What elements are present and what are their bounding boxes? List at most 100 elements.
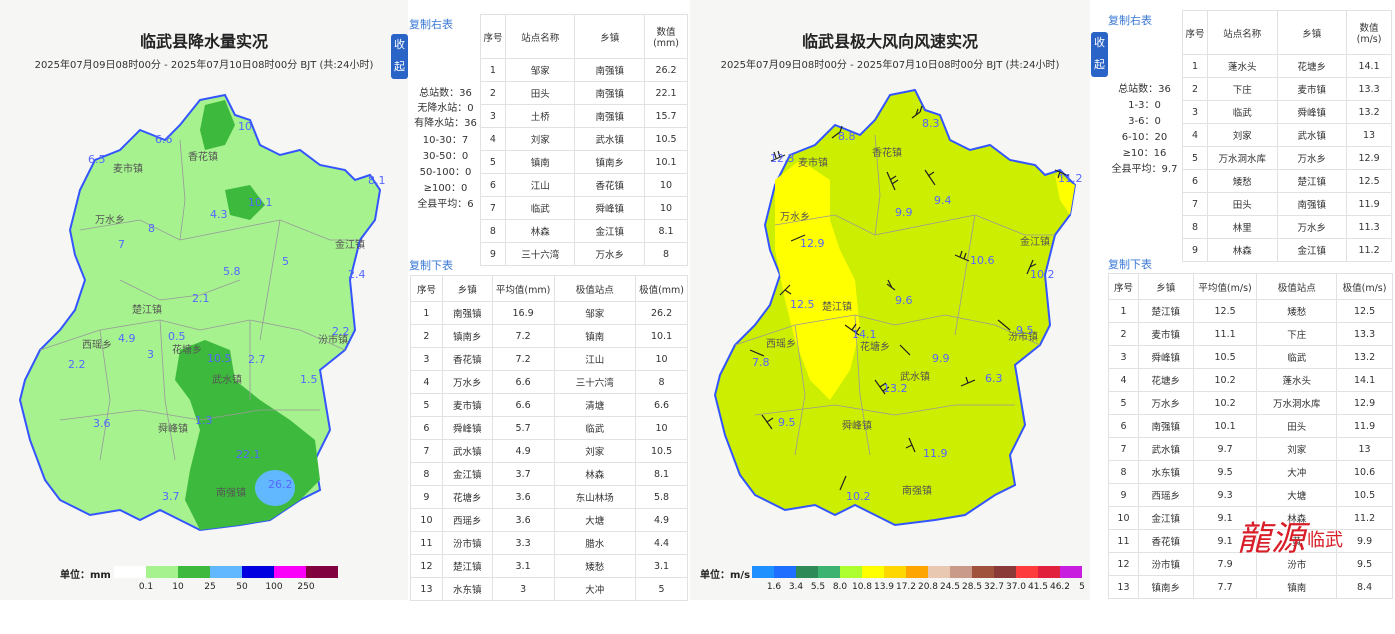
collapse-button-right[interactable]: 收起 <box>1091 32 1108 77</box>
table-row: 4 刘家 武水镇 13 <box>1182 123 1392 147</box>
precip-map: 香花镇 麦市镇 万水乡 金江镇 楚江镇 西瑶乡 花塘乡 武水镇 汾市镇 舜峰镇 … <box>18 93 386 532</box>
legend-swatch <box>1060 566 1082 578</box>
table-cell: 6 <box>480 173 506 197</box>
table-cell: 三十六湾 <box>504 242 576 266</box>
table-cell: 金江镇 <box>441 462 493 486</box>
table-cell: 南强镇 <box>1276 192 1348 216</box>
table-cell: 万水洞水库 <box>1206 146 1278 170</box>
table-cell: 镇南乡 <box>441 324 493 348</box>
table-cell: 3.1 <box>491 554 555 578</box>
table-row: 4 花塘乡 10.2 蓬水头 14.1 <box>1108 368 1393 392</box>
svg-text:8: 8 <box>148 222 155 235</box>
table-cell: 南强镇 <box>574 81 646 105</box>
legend-tick: 3.4 <box>788 582 804 592</box>
table-cell: 田头 <box>504 81 576 105</box>
table-row: 11 汾市镇 3.3 腊水 4.4 <box>410 531 688 555</box>
table-cell: 9 <box>410 485 443 509</box>
svg-text:10: 10 <box>238 120 252 133</box>
table-cell: 6 <box>1108 414 1139 438</box>
legend-tick: 1.6 <box>766 582 782 592</box>
svg-text:6.3: 6.3 <box>985 372 1003 385</box>
table-cell: 邹家 <box>504 58 576 82</box>
legend-tick: 8.0 <box>832 582 848 592</box>
table-cell: 香花镇 <box>441 347 493 371</box>
copy-right-table-link[interactable]: 复制右表 <box>409 16 453 32</box>
table-cell: 镇南 <box>504 150 576 174</box>
legend-swatch <box>994 566 1016 578</box>
svg-text:9.5: 9.5 <box>1016 324 1034 337</box>
legend-tick: 10.8 <box>851 582 873 592</box>
table-row: 7 武水镇 9.7 刘家 13 <box>1108 437 1393 461</box>
svg-text:9.5: 9.5 <box>778 416 796 429</box>
collapse-button-left[interactable]: 收起 <box>391 34 408 79</box>
table-row: 2 田头 南强镇 22.1 <box>480 81 688 105</box>
table-cell: 7 <box>1182 192 1208 216</box>
table-cell: 5.7 <box>491 416 555 440</box>
table-cell: 刘家 <box>553 439 637 463</box>
table-cell: 4 <box>1182 123 1208 147</box>
svg-text:万水乡: 万水乡 <box>95 214 125 226</box>
svg-text:5: 5 <box>282 255 289 268</box>
table-row: 3 舜峰镇 10.5 临武 13.2 <box>1108 345 1393 369</box>
precip-title: 临武县降水量实况 <box>139 32 268 51</box>
copy-right-table-link[interactable]: 复制右表 <box>1108 12 1152 28</box>
table-cell: 5 <box>410 393 443 417</box>
table-cell: 7 <box>480 196 506 220</box>
legend-swatch <box>210 566 242 578</box>
table-cell: 13.2 <box>1346 100 1392 124</box>
table-row: 3 土桥 南强镇 15.7 <box>480 104 688 128</box>
svg-text:香花镇: 香花镇 <box>188 150 218 163</box>
svg-text:万水乡: 万水乡 <box>780 211 810 223</box>
table-cell: 8 <box>410 462 443 486</box>
legend-swatch <box>972 566 994 578</box>
table-cell: 金江镇 <box>1137 506 1194 530</box>
precip-township-table: 序号 乡镇 平均值(mm) 极值站点 极值(mm) 1 南强镇 16.9 邹家 26.2… <box>410 275 688 601</box>
table-row: 9 花塘乡 3.6 东山林场 5.8 <box>410 485 688 509</box>
table-row: 5 万水洞水库 万水乡 12.9 <box>1182 146 1392 170</box>
table-cell: 10 <box>635 416 688 440</box>
table-row: 8 林里 万水乡 11.3 <box>1182 215 1392 239</box>
table-cell: 13 <box>410 577 443 601</box>
table-cell: 清塘 <box>553 393 637 417</box>
legend-swatch <box>950 566 972 578</box>
wind-subtitle: 2025年07月09日08时00分 - 2025年07月10日08时00分 BJ… <box>720 60 1060 71</box>
svg-text:8.1: 8.1 <box>368 174 386 187</box>
table-cell: 15.7 <box>644 104 688 128</box>
table-cell: 10.2 <box>1192 391 1258 415</box>
table-cell: 矮愁 <box>1206 169 1278 193</box>
table-cell: 8 <box>1108 460 1139 484</box>
table-cell: 汾市镇 <box>441 531 493 555</box>
table-row: 4 万水乡 6.6 三十六湾 8 <box>410 370 688 394</box>
table-cell: 西瑶乡 <box>1137 483 1194 507</box>
svg-text:花塘乡: 花塘乡 <box>172 343 202 356</box>
table-cell: 三十六湾 <box>553 370 637 394</box>
table-row: 2 下庄 麦市镇 13.3 <box>1182 77 1392 101</box>
wind-map: 香花镇 麦市镇 万水乡 金江镇 楚江镇 西瑶乡 花塘乡 武水镇 汾市镇 舜峰镇 … <box>713 88 1083 527</box>
table-header: 序号 乡镇 平均值(mm) 极值站点 极值(mm) <box>410 275 688 302</box>
svg-text:2.4: 2.4 <box>348 268 366 281</box>
table-row: 13 水东镇 3 大冲 5 <box>410 577 688 601</box>
svg-text:2.2: 2.2 <box>332 325 350 338</box>
svg-text:9.9: 9.9 <box>932 352 950 365</box>
copy-below-table-link[interactable]: 复制下表 <box>409 257 453 273</box>
table-row: 5 麦市镇 6.6 清塘 6.6 <box>410 393 688 417</box>
copy-below-table-link[interactable]: 复制下表 <box>1108 256 1152 272</box>
table-cell: 蓬水头 <box>1256 368 1338 392</box>
svg-text:麦市镇: 麦市镇 <box>798 156 828 169</box>
legend-swatch <box>884 566 906 578</box>
svg-text:10.2: 10.2 <box>846 490 871 503</box>
table-cell: 大塘 <box>553 508 637 532</box>
svg-text:1.5: 1.5 <box>300 373 318 386</box>
legend-tick: 25 <box>204 582 216 592</box>
table-cell: 镇南 <box>553 324 637 348</box>
svg-text:3: 3 <box>147 348 154 361</box>
legend-unit: 单位：m/s <box>700 570 751 581</box>
legend-swatch <box>928 566 950 578</box>
legend-tick: 5 <box>1079 582 1085 592</box>
table-cell: 花塘乡 <box>441 485 493 509</box>
table-row: 5 镇南 镇南乡 10.1 <box>480 150 688 174</box>
svg-text:12.5: 12.5 <box>790 298 815 311</box>
table-row: 10 西瑶乡 3.6 大塘 4.9 <box>410 508 688 532</box>
table-cell: 5 <box>480 150 506 174</box>
table-cell: 16.9 <box>491 301 555 325</box>
